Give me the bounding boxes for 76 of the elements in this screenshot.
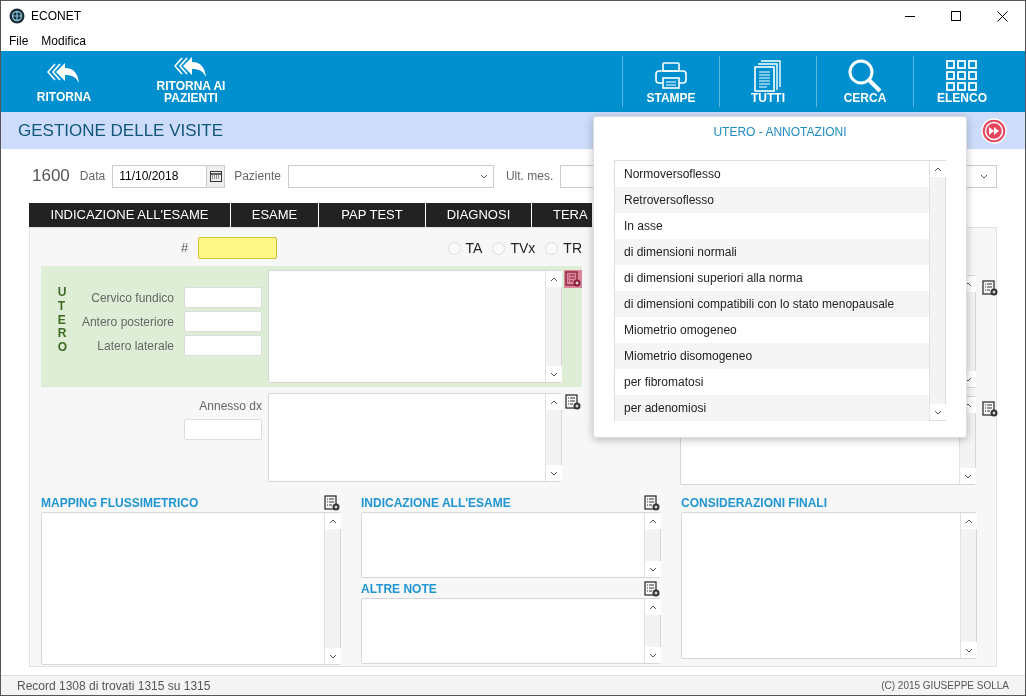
field-label: # bbox=[181, 239, 189, 258]
radio-option[interactable]: TA bbox=[447, 237, 483, 259]
section-title: ALTRE NOTE bbox=[361, 581, 437, 598]
date-field[interactable]: 11/10/2018 bbox=[112, 164, 226, 188]
printer-icon bbox=[655, 59, 687, 92]
section-title: MAPPING FLUSSIMETRICO bbox=[41, 495, 199, 512]
measure-field[interactable] bbox=[184, 287, 262, 308]
field-label: Ult. mes. bbox=[505, 168, 554, 185]
scroll-down-icon[interactable] bbox=[961, 642, 977, 658]
scroll-up-icon[interactable] bbox=[930, 161, 946, 177]
popup-title: UTERO - ANNOTAZIONI bbox=[713, 124, 847, 141]
add-note-icon[interactable] bbox=[564, 393, 582, 411]
scroll-down-icon[interactable] bbox=[645, 561, 661, 577]
measure-field[interactable] bbox=[184, 419, 262, 440]
scroll-up-icon[interactable] bbox=[546, 394, 562, 410]
toolbar-button[interactable]: STAMPE bbox=[623, 51, 719, 112]
scroll-down-icon[interactable] bbox=[546, 366, 562, 382]
number-field[interactable] bbox=[198, 237, 278, 259]
toolbar-button[interactable]: ELENCO bbox=[914, 51, 1010, 112]
search-icon bbox=[848, 59, 882, 92]
scroll-up-icon[interactable] bbox=[645, 599, 661, 615]
tab[interactable]: PAP TEST bbox=[319, 203, 426, 227]
tab[interactable]: INDICAZIONE ALL'ESAME bbox=[29, 203, 231, 227]
field-label: Data bbox=[79, 168, 106, 185]
add-note-icon[interactable] bbox=[643, 580, 661, 598]
menu-item[interactable]: Modifica bbox=[41, 32, 87, 50]
scroll-up-icon[interactable] bbox=[645, 513, 661, 529]
scroll-down-icon[interactable] bbox=[645, 647, 661, 663]
tab[interactable]: DIAGNOSI bbox=[426, 203, 532, 227]
list-item[interactable]: per adenomiosi bbox=[615, 395, 929, 421]
section-title: CONSIDERAZIONI FINALI bbox=[681, 495, 827, 512]
list-item[interactable]: di dimensioni compatibili con lo stato menopausale bbox=[615, 291, 929, 317]
record-number: 1600 bbox=[32, 165, 70, 188]
measure-field[interactable] bbox=[184, 311, 262, 332]
add-note-icon[interactable] bbox=[323, 494, 341, 512]
add-note-icon[interactable] bbox=[643, 494, 661, 512]
toolbar-button[interactable]: CERCA bbox=[817, 51, 913, 112]
toolbar-button[interactable]: RITORNA AI PAZIENTI bbox=[150, 51, 232, 112]
section-title: UTERO bbox=[57, 286, 65, 357]
scroll-down-icon[interactable] bbox=[930, 404, 946, 420]
field-label: Annesso dx bbox=[199, 398, 262, 415]
field-label: Antero posteriore bbox=[81, 313, 174, 331]
radio-option[interactable]: TR bbox=[545, 237, 582, 259]
tab[interactable]: ESAME bbox=[231, 203, 319, 227]
fast-forward-button[interactable] bbox=[981, 117, 1007, 144]
list-item[interactable]: Miometrio disomogeneo bbox=[615, 343, 929, 369]
copyright-text: (C) 2015 GIUSEPPE SOLLA bbox=[881, 679, 1009, 693]
chevron-down-icon bbox=[980, 173, 988, 179]
status-text: Record 1308 di trovati 1315 su 1315 bbox=[17, 677, 211, 695]
list-item[interactable]: di dimensioni normali bbox=[615, 239, 929, 265]
field-label: Paziente bbox=[234, 168, 281, 185]
toolbar-button[interactable]: TUTTI bbox=[720, 51, 816, 112]
section-title: INDICAZIONE ALL'ESAME bbox=[361, 495, 511, 512]
app-logo-icon bbox=[9, 8, 25, 24]
list-item[interactable]: Retroversoflesso bbox=[615, 187, 929, 213]
window-title: ECONET bbox=[31, 8, 81, 25]
scroll-down-icon[interactable] bbox=[325, 648, 341, 664]
grid-icon bbox=[946, 59, 978, 92]
radio-option[interactable]: TVx bbox=[492, 237, 536, 259]
scroll-down-icon[interactable] bbox=[960, 468, 976, 484]
scroll-up-icon[interactable] bbox=[961, 513, 977, 529]
documents-icon bbox=[754, 59, 782, 92]
page-title: GESTIONE DELLE VISITE bbox=[18, 119, 223, 142]
scroll-up-icon[interactable] bbox=[325, 513, 341, 529]
field-label: Latero laterale bbox=[97, 337, 174, 355]
add-note-icon[interactable] bbox=[981, 279, 999, 297]
scroll-up-icon[interactable] bbox=[546, 271, 562, 287]
toolbar-button[interactable]: RITORNA bbox=[23, 51, 105, 112]
tab[interactable]: TERA bbox=[532, 203, 593, 227]
chevron-down-icon bbox=[479, 173, 488, 179]
field-label: Cervico fundico bbox=[91, 289, 174, 307]
menu-item[interactable]: File bbox=[9, 32, 29, 50]
add-note-icon[interactable] bbox=[981, 400, 999, 418]
calendar-icon[interactable] bbox=[206, 165, 225, 187]
measure-field[interactable] bbox=[184, 335, 262, 356]
scroll-down-icon[interactable] bbox=[546, 465, 562, 481]
